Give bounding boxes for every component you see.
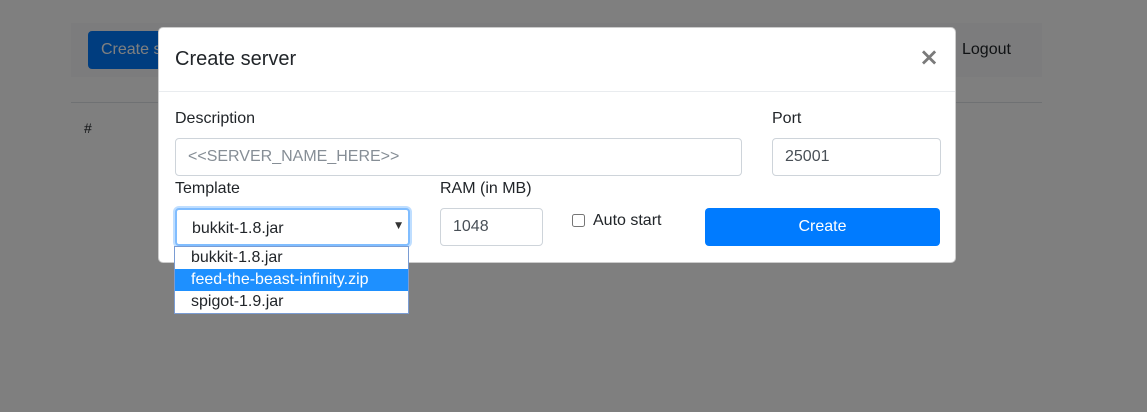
port-label: Port — [772, 110, 802, 127]
template-label: Template — [175, 180, 240, 197]
close-icon[interactable]: × — [919, 45, 939, 69]
chevron-down-icon: ▼ — [395, 221, 402, 231]
description-input[interactable] — [175, 138, 742, 176]
template-option[interactable]: bukkit-1.8.jar — [175, 247, 408, 269]
ram-label: RAM (in MB) — [440, 180, 532, 197]
description-label: Description — [175, 110, 256, 127]
template-option[interactable]: feed-the-beast-infinity.zip — [175, 269, 408, 291]
modal-title: Create server — [175, 48, 297, 70]
template-selected-value: bukkit-1.8.jar — [192, 220, 284, 237]
create-button[interactable]: Create — [705, 208, 940, 246]
auto-start-label[interactable]: Auto start — [593, 212, 661, 230]
template-dropdown-list: bukkit-1.8.jar feed-the-beast-infinity.z… — [174, 246, 409, 314]
auto-start-checkbox[interactable] — [572, 214, 585, 227]
template-option[interactable]: spigot-1.9.jar — [175, 291, 408, 313]
template-select[interactable]: bukkit-1.8.jar ▼ — [175, 208, 410, 246]
modal-header: Create server × — [159, 28, 955, 92]
port-input[interactable] — [772, 138, 941, 176]
create-server-modal: Create server × Description Port Templat… — [158, 27, 956, 263]
ram-input[interactable] — [440, 208, 543, 246]
